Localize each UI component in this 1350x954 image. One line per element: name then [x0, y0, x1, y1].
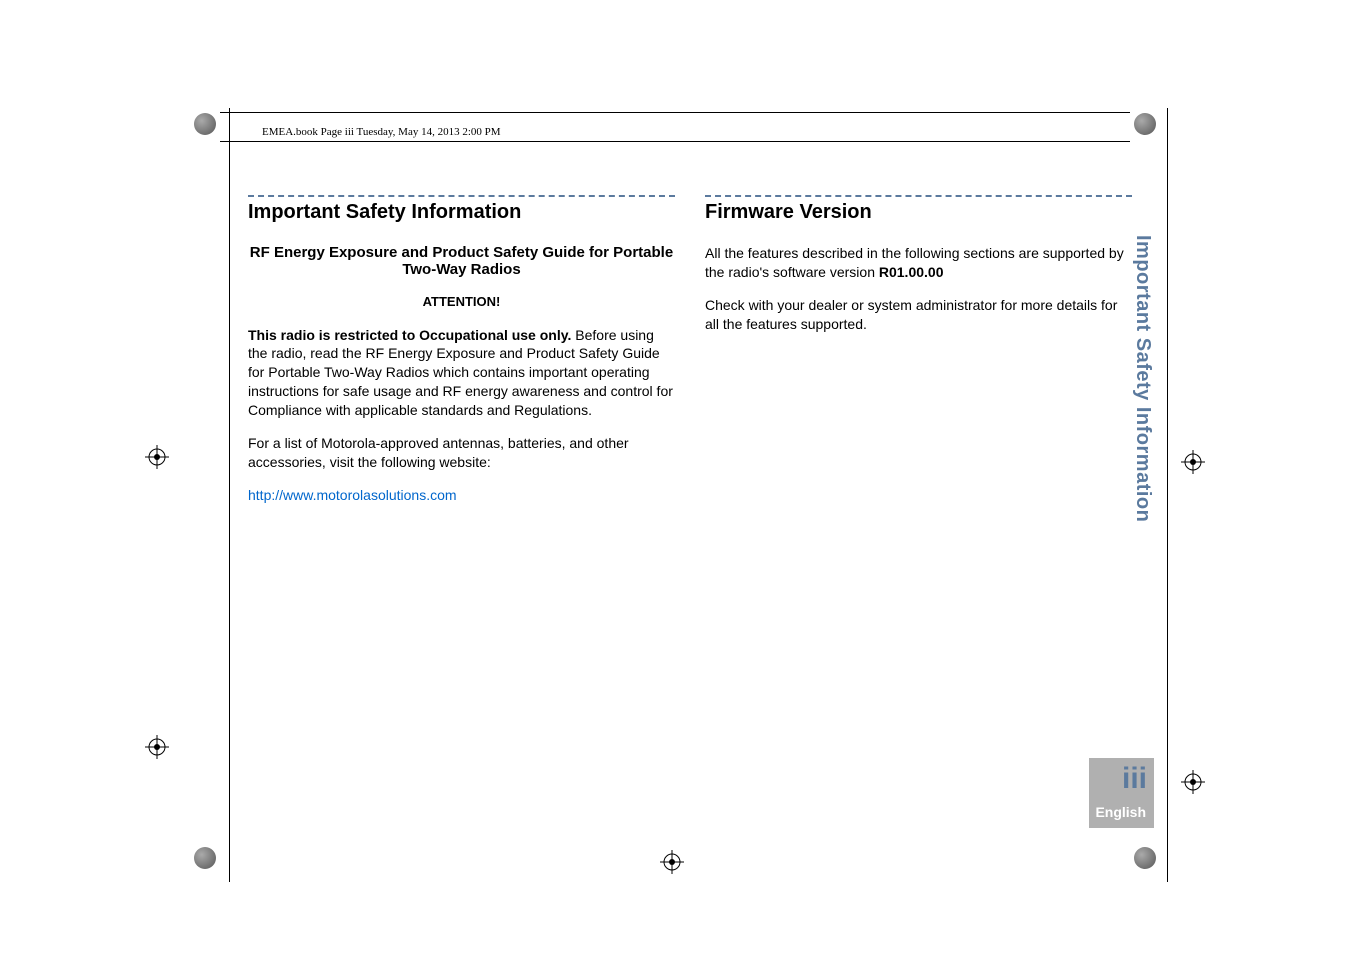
paragraph-accessories: For a list of Motorola-approved antennas… [248, 434, 675, 472]
divider-dashed [248, 195, 675, 197]
left-column: Important Safety Information RF Energy E… [248, 195, 675, 519]
section-heading-safety: Important Safety Information [248, 201, 675, 224]
crop-mark-circle [194, 113, 216, 135]
registration-mark-icon [1181, 450, 1205, 474]
right-column: Firmware Version All the features descri… [705, 195, 1132, 519]
page-number: iii [1122, 762, 1147, 796]
firmware-version-number: R01.00.00 [879, 264, 944, 280]
paragraph-firmware-version: All the features described in the follow… [705, 244, 1132, 282]
bold-intro-text: This radio is restricted to Occupational… [248, 327, 571, 343]
main-content: Important Safety Information RF Energy E… [248, 195, 1132, 519]
divider-dashed [705, 195, 1132, 197]
crop-mark-circle [194, 847, 216, 869]
language-label: English [1095, 804, 1146, 820]
page-header-text: EMEA.book Page iii Tuesday, May 14, 2013… [262, 126, 501, 138]
paragraph-check-dealer: Check with your dealer or system adminis… [705, 296, 1132, 334]
registration-mark-icon [145, 735, 169, 759]
subheading-rf-guide: RF Energy Exposure and Product Safety Gu… [248, 244, 675, 278]
frame-line-left [229, 108, 230, 882]
side-tab: Important Safety Information [1131, 235, 1154, 522]
section-heading-firmware: Firmware Version [705, 201, 1132, 224]
registration-mark-icon [145, 445, 169, 469]
registration-mark-icon [1181, 770, 1205, 794]
attention-label: ATTENTION! [248, 293, 675, 311]
frame-line-right [1167, 108, 1168, 882]
registration-mark-icon [660, 850, 684, 874]
website-link[interactable]: http://www.motorolasolutions.com [248, 486, 675, 505]
side-tab-label: Important Safety Information [1131, 235, 1154, 522]
crop-mark-circle [1134, 113, 1156, 135]
paragraph-restricted: This radio is restricted to Occupational… [248, 326, 675, 420]
crop-mark-circle [1134, 847, 1156, 869]
